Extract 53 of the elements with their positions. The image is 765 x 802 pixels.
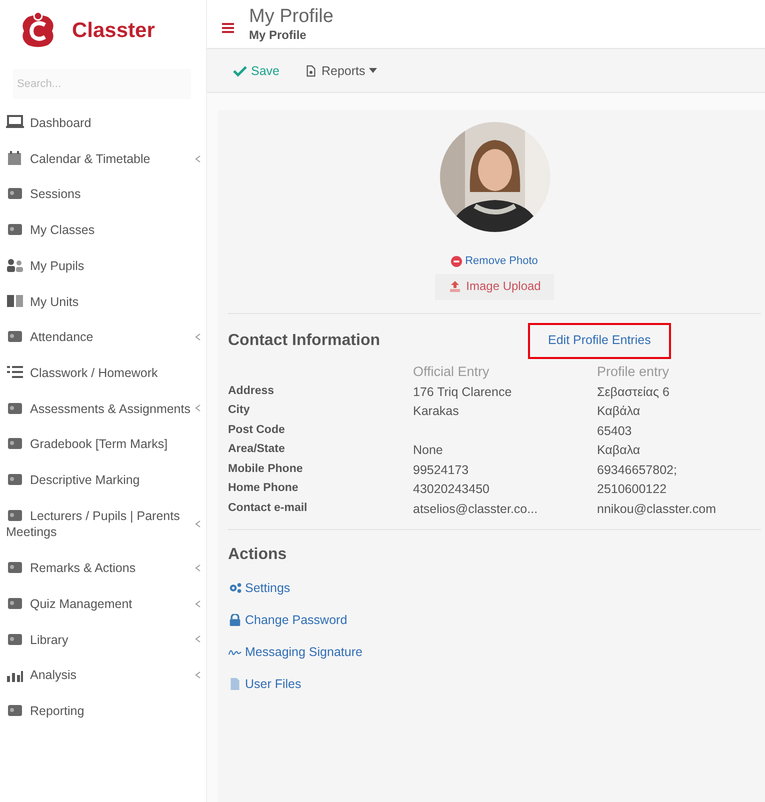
action-link[interactable]: Change Password: [228, 604, 348, 636]
profile-value: 2510600122: [597, 482, 668, 496]
sidebar-item[interactable]: Reporting: [0, 692, 206, 729]
official-value: atselios@classter.co...: [413, 502, 539, 516]
field-label: City: [228, 404, 251, 418]
sidebar-item[interactable]: Lecturers / Pupils | Parents Meetings: [0, 498, 206, 550]
sidebar-item[interactable]: My Units: [0, 284, 206, 320]
profile-value: Σεβαστείας 6: [597, 384, 670, 398]
sidebar-item[interactable]: Classwork / Homework: [0, 354, 206, 391]
section-heading: Contact Information: [228, 332, 381, 350]
sidebar-item[interactable]: Gradebook [Term Marks]: [0, 426, 206, 462]
sidebar-item[interactable]: Sessions: [0, 176, 206, 212]
official-value: None: [413, 443, 444, 457]
field-label: Contact e-mail: [228, 502, 308, 516]
brand-name: Classter: [72, 19, 155, 43]
search-field[interactable]: Search...: [13, 69, 191, 99]
sidebar-item[interactable]: Dashboard: [0, 105, 206, 141]
sidebar-item[interactable]: Assessments & Assignments: [0, 390, 206, 426]
sidebar-item[interactable]: Library: [0, 622, 206, 658]
edit-profile-link[interactable]: Edit Profile Entries: [528, 323, 671, 359]
profile-value: 65403: [597, 424, 633, 438]
column-header: Official Entry: [413, 364, 490, 379]
profile-value: 69346657802;: [597, 462, 678, 476]
sidebar-item[interactable]: Analysis: [0, 657, 206, 693]
official-value: Karakas: [413, 404, 460, 418]
field-label: Home Phone: [228, 482, 300, 496]
official-value: 43020243450: [413, 482, 490, 496]
field-label: Address: [228, 384, 276, 398]
action-link[interactable]: Settings: [228, 572, 290, 604]
field-label: Mobile Phone: [228, 462, 304, 476]
official-value: 99524173: [413, 462, 470, 476]
action-link[interactable]: User Files: [228, 668, 302, 700]
profile-value: Καβαλα: [597, 443, 642, 457]
breadcrumb: My Profile: [249, 28, 308, 42]
column-header: Profile entry: [597, 364, 670, 379]
sidebar-item[interactable]: Remarks & Actions: [0, 550, 206, 586]
sidebar-item[interactable]: Calendar & Timetable: [0, 140, 206, 176]
remove-photo-link[interactable]: Remove Photo: [451, 255, 538, 267]
sidebar-item[interactable]: Attendance: [0, 319, 206, 355]
page-title: My Profile: [249, 6, 334, 28]
section-heading: Actions: [228, 546, 288, 564]
field-label: Post Code: [228, 424, 286, 438]
profile-value: Καβάλα: [597, 404, 642, 418]
profile-value: nnikou@classter.com: [597, 502, 717, 516]
sidebar-item[interactable]: Descriptive Marking: [0, 462, 206, 498]
action-link[interactable]: Messaging Signature: [228, 636, 362, 668]
reports-button[interactable]: Reports: [304, 64, 378, 78]
sidebar-item[interactable]: My Classes: [0, 212, 206, 248]
official-value: 176 Triq Clarence: [413, 384, 513, 398]
sidebar-item[interactable]: Quiz Management: [0, 586, 206, 622]
image-upload-button[interactable]: Image Upload: [435, 274, 554, 300]
sidebar-item[interactable]: My Pupils: [0, 248, 206, 284]
field-label: Area/State: [228, 443, 286, 457]
